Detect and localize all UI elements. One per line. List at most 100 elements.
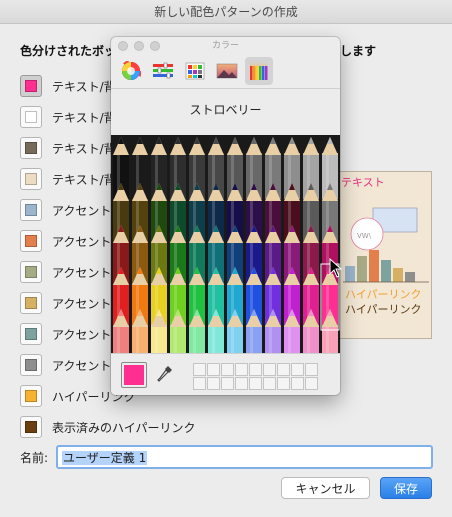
selected-pencil-name: ストロベリー (189, 103, 262, 117)
color-row: アクセント (20, 230, 111, 252)
saved-swatch-slot[interactable] (305, 377, 318, 390)
pencil-box (111, 135, 340, 353)
color-well-button[interactable] (20, 75, 42, 97)
preview-link-sample: ハイパーリンク (345, 288, 422, 301)
preview-text-sample: テキスト (341, 176, 385, 189)
color-row-label: テキスト/背 (52, 79, 116, 94)
color-swatch (25, 80, 37, 92)
color-swatch (25, 297, 37, 309)
dialog-title: 新しい配色パターンの作成 (0, 0, 452, 24)
saved-swatch-slot[interactable] (291, 363, 304, 376)
color-swatch (25, 173, 37, 185)
color-wheel-icon (121, 61, 141, 81)
saved-swatch-slot[interactable] (277, 363, 290, 376)
color-swatch (25, 421, 37, 433)
color-row: アクセント (20, 292, 111, 314)
color-row: 表示済みのハイパーリンク (20, 416, 196, 438)
dialog-heading-tail: します (340, 44, 377, 58)
saved-swatch-slot[interactable] (263, 363, 276, 376)
close-window-button[interactable] (118, 41, 128, 51)
image-palettes-icon (216, 63, 238, 79)
saved-swatch-slot[interactable] (291, 377, 304, 390)
sliders-icon (153, 62, 173, 79)
color-row-label: アクセント (52, 296, 112, 311)
name-label: 名前: (20, 451, 49, 465)
saved-swatch-slot[interactable] (235, 363, 248, 376)
color-row-label: アクセント (52, 265, 112, 280)
color-swatch (25, 359, 37, 371)
saved-swatch-slot[interactable] (207, 363, 220, 376)
color-row-label: テキスト/背 (52, 110, 116, 125)
current-color-swatch (124, 365, 144, 385)
color-swatch (25, 235, 37, 247)
save-button[interactable]: 保存 (380, 477, 432, 499)
color-palettes-tab[interactable] (181, 57, 209, 85)
cancel-button[interactable]: キャンセル (281, 477, 370, 499)
saved-swatch-slot[interactable] (249, 377, 262, 390)
color-well-button[interactable] (20, 385, 42, 407)
color-well-button[interactable] (20, 106, 42, 128)
color-row: アクセント (20, 323, 111, 345)
saved-swatch-slot[interactable] (221, 377, 234, 390)
name-input-value: ユーザー定義 1 (62, 451, 148, 465)
current-color-well[interactable] (121, 362, 147, 388)
saved-swatches (193, 363, 318, 390)
color-row-label: アクセント (52, 234, 112, 249)
saved-swatch-slot[interactable] (305, 363, 318, 376)
mouse-pointer-icon (329, 258, 343, 278)
saved-swatch-slot[interactable] (207, 377, 220, 390)
dialog-heading: 色分けされたボッ (20, 44, 117, 58)
preview-visited-link-sample: ハイパーリンク (345, 303, 422, 316)
saved-swatch-slot[interactable] (277, 377, 290, 390)
color-row: アクセント (20, 199, 111, 221)
color-row-label: 表示済みのハイパーリンク (52, 420, 196, 435)
saved-swatch-slot[interactable] (193, 363, 206, 376)
color-wheel-tab[interactable] (117, 57, 145, 85)
color-picker-footer (111, 353, 340, 395)
saved-swatch-slot[interactable] (235, 377, 248, 390)
color-swatch (25, 142, 37, 154)
color-row: テキスト/背 (20, 137, 116, 159)
pencils-tab[interactable] (245, 57, 273, 85)
color-swatch (25, 266, 37, 278)
color-row: テキスト/背 (20, 168, 116, 190)
color-row: アクセント (20, 261, 111, 283)
color-well-button[interactable] (20, 137, 42, 159)
color-picker-titlebar: カラー (111, 37, 340, 55)
saved-swatch-slot[interactable] (221, 363, 234, 376)
zoom-window-button[interactable] (150, 41, 160, 51)
saved-swatch-slot[interactable] (193, 377, 206, 390)
color-picker-panel: カラー ストロベリー (111, 37, 340, 395)
color-swatch (25, 328, 37, 340)
color-well-button[interactable] (20, 230, 42, 252)
color-row: アクセント (20, 354, 111, 376)
color-well-button[interactable] (20, 354, 42, 376)
saved-swatch-slot[interactable] (263, 377, 276, 390)
name-input[interactable]: ユーザー定義 1 (56, 445, 433, 469)
color-picker-title: カラー (211, 41, 239, 51)
eyedropper-icon[interactable] (157, 365, 173, 385)
color-well-button[interactable] (20, 292, 42, 314)
color-well-button[interactable] (20, 323, 42, 345)
color-swatch (25, 390, 37, 402)
color-row: テキスト/背 (20, 75, 116, 97)
scheme-preview: VW\ テキスト ハイパーリンク ハイパーリンク (338, 171, 432, 339)
color-row-label: アクセント (52, 327, 112, 342)
color-swatch (25, 111, 37, 123)
color-row-label: アクセント (52, 358, 112, 373)
pencils-icon (250, 62, 268, 80)
color-well-button[interactable] (20, 416, 42, 438)
color-row-label: アクセント (52, 203, 112, 218)
svg-text:VW\: VW\ (357, 232, 372, 240)
image-palettes-tab[interactable] (213, 57, 241, 85)
color-row-label: テキスト/背 (52, 172, 116, 187)
color-sliders-tab[interactable] (149, 57, 177, 85)
pencil-grid (113, 137, 340, 353)
minimize-window-button[interactable] (134, 41, 144, 51)
saved-swatch-slot[interactable] (249, 363, 262, 376)
color-well-button[interactable] (20, 168, 42, 190)
color-well-button[interactable] (20, 199, 42, 221)
color-picker-toolbar (111, 55, 340, 89)
palettes-icon (185, 62, 205, 80)
color-well-button[interactable] (20, 261, 42, 283)
